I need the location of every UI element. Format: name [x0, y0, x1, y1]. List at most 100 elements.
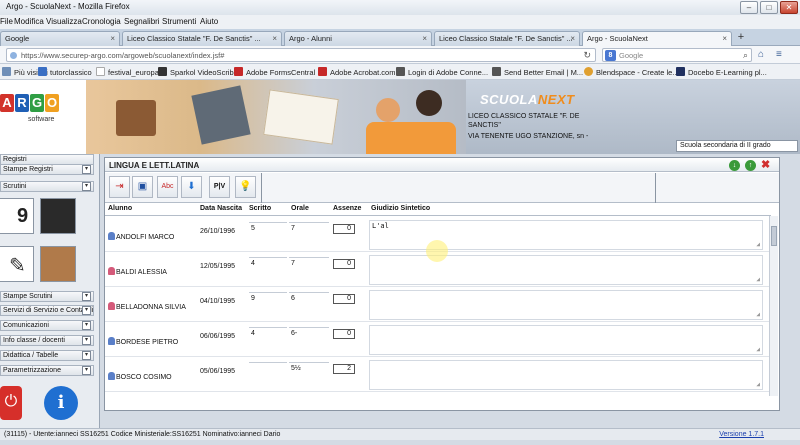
menu-icon[interactable]: ≡ [776, 49, 782, 60]
upload-icon[interactable]: ↑ [745, 160, 756, 171]
orale-field[interactable]: 7 [289, 257, 329, 270]
assenze-field[interactable]: 0 [333, 294, 355, 304]
resize-grip-icon[interactable]: ◢ [756, 241, 760, 248]
tab-close-icon[interactable]: × [272, 34, 277, 43]
scritto-field[interactable]: 5 [249, 222, 287, 235]
close-panel-icon[interactable]: ✖ [761, 158, 770, 171]
info-icon[interactable]: i [44, 386, 78, 420]
bookmark-tutorclassico[interactable]: tutorclassico [38, 67, 92, 77]
url-text[interactable]: https://www.securep-argo.com/argoweb/scu… [21, 51, 224, 60]
menu-segnalibri[interactable]: Segnalibri [124, 17, 160, 26]
power-off-icon[interactable]: ⏻ [0, 386, 22, 420]
chevron-down-icon[interactable]: ▾ [82, 165, 91, 174]
tab-argo-alunni[interactable]: Argo - Alunni × [284, 31, 432, 46]
maximize-button[interactable]: □ [760, 1, 778, 14]
scritto-field[interactable] [249, 362, 287, 375]
bookmark-sparkol[interactable]: Sparkol VideoScribe [158, 67, 238, 77]
menu-strumenti[interactable]: Strumenti [162, 17, 196, 26]
grid-scrollbar[interactable] [769, 216, 778, 396]
bookmark-label: Adobe Acrobat.com [330, 68, 396, 77]
scrollbar-thumb[interactable] [771, 226, 777, 246]
orale-field[interactable]: 7 [289, 222, 329, 235]
chevron-down-icon[interactable]: ▾ [82, 366, 91, 375]
search-engine-icon[interactable]: 8 [605, 50, 616, 61]
version-link[interactable]: Versione 1.7.1 [719, 431, 764, 438]
tab-argo-scuolanext[interactable]: Argo - ScuolaNext × [582, 31, 732, 46]
chevron-down-icon[interactable]: ▾ [82, 351, 91, 360]
orale-field[interactable]: 6 [289, 292, 329, 305]
lightbulb-icon[interactable]: 💡 [235, 176, 256, 198]
spellcheck-icon[interactable]: Abc [157, 176, 178, 198]
bookmark-festival-europa[interactable]: festival_europa [96, 67, 159, 77]
tab-close-icon[interactable]: × [422, 34, 427, 43]
orale-field[interactable]: 5½ [289, 362, 329, 375]
search-icon[interactable]: ⌕ [743, 50, 748, 61]
sidebar-item-stampe-scrutini[interactable]: Stampe Scrutini ▾ [0, 291, 94, 302]
home-icon[interactable]: ⌂ [758, 49, 764, 60]
resize-grip-icon[interactable]: ◢ [756, 311, 760, 318]
notebook-icon[interactable] [40, 246, 76, 282]
search-input[interactable]: 8 Google ⌕ [602, 48, 752, 62]
bookmark-icon [396, 67, 405, 76]
chevron-down-icon[interactable]: ▾ [82, 306, 91, 315]
chevron-down-icon[interactable]: ▾ [82, 336, 91, 345]
bookmark-send-better-email[interactable]: Send Better Email | M... [492, 67, 583, 77]
assenze-field[interactable]: 0 [333, 259, 355, 269]
tab-close-icon[interactable]: × [722, 34, 727, 43]
close-window-button[interactable]: ✕ [780, 1, 798, 14]
menu-cronologia[interactable]: Cronologia [82, 17, 121, 26]
url-bar[interactable]: https://www.securep-argo.com/argoweb/scu… [6, 48, 596, 62]
orale-field[interactable]: 6- [289, 327, 329, 340]
assenze-field[interactable]: 0 [333, 329, 355, 339]
sidebar-item-servizi[interactable]: Servizi di Servizio e Contabili ▾ [0, 305, 94, 316]
assenze-field[interactable]: 0 [333, 224, 355, 234]
sidebar-item-parametrizzazione[interactable]: Parametrizzazione ▾ [0, 365, 94, 376]
bookmark-adobe-acrobat[interactable]: Adobe Acrobat.com [318, 67, 395, 77]
tab-close-icon[interactable]: × [110, 34, 115, 43]
bookmark-adobe-connect[interactable]: Login di Adobe Conne... [396, 67, 488, 77]
sidebar-item-comunicazioni[interactable]: Comunicazioni ▾ [0, 320, 94, 331]
voti-grid-icon[interactable]: 9 [0, 198, 34, 234]
resize-grip-icon[interactable]: ◢ [756, 381, 760, 388]
chevron-down-icon[interactable]: ▾ [82, 292, 91, 301]
save-icon[interactable]: ▣ [132, 176, 153, 198]
scritto-field[interactable]: 4 [249, 327, 287, 340]
sidebar-item-info-classe[interactable]: Info classe / docenti ▾ [0, 335, 94, 346]
tab-liceo-2[interactable]: Liceo Classico Statale "F. De Sanctis" .… [434, 31, 580, 46]
bookmark-docebo[interactable]: Docebo E-Learning pl... [676, 67, 767, 77]
assenze-field[interactable]: 2 [333, 364, 355, 374]
pencil-icon[interactable]: ✎ [0, 246, 34, 282]
bookmark-blendspace[interactable]: Blendspace - Create le... [584, 67, 679, 77]
exit-icon[interactable]: ⇥ [109, 176, 130, 198]
menu-file[interactable]: File [0, 17, 13, 26]
new-tab-button[interactable]: + [734, 31, 748, 45]
clapperboard-icon[interactable] [40, 198, 76, 234]
tab-google[interactable]: Google × [0, 31, 120, 46]
menu-aiuto[interactable]: Aiuto [200, 17, 218, 26]
giudizio-textarea[interactable]: ◢ [369, 290, 763, 320]
chevron-down-icon[interactable]: ▾ [82, 182, 91, 191]
bookmark-adobe-formscentral[interactable]: Adobe FormsCentral [234, 67, 315, 77]
giudizio-textarea[interactable]: ◢ [369, 360, 763, 390]
arrow-down-icon[interactable]: ⬇ [181, 176, 202, 198]
tab-liceo-1[interactable]: Liceo Classico Statale "F. De Sanctis" .… [122, 31, 282, 46]
sidebar-item-didattica[interactable]: Didattica / Tabelle ▾ [0, 350, 94, 361]
menu-modifica[interactable]: Modifica [14, 17, 44, 26]
site-identity-icon[interactable] [10, 52, 17, 59]
scritto-field[interactable]: 9 [249, 292, 287, 305]
sidebar-item-scrutini[interactable]: Scrutini ▾ [0, 181, 94, 192]
reload-icon[interactable]: ↻ [583, 50, 591, 61]
minimize-button[interactable]: – [740, 1, 758, 14]
sidebar-item-stampe-registri[interactable]: Stampe Registri ▾ [0, 164, 94, 175]
pv-icon[interactable]: P|V [209, 176, 230, 198]
scritto-field[interactable]: 4 [249, 257, 287, 270]
giudizio-textarea[interactable]: ◢ [369, 255, 763, 285]
resize-grip-icon[interactable]: ◢ [756, 346, 760, 353]
giudizio-textarea[interactable]: ◢ [369, 325, 763, 355]
chevron-down-icon[interactable]: ▾ [82, 321, 91, 330]
download-icon[interactable]: ↓ [729, 160, 740, 171]
tab-close-icon[interactable]: × [570, 34, 575, 43]
resize-grip-icon[interactable]: ◢ [756, 276, 760, 283]
school-type-select[interactable]: Scuola secondaria di II grado [676, 140, 798, 152]
menu-visualizza[interactable]: Visualizza [46, 17, 82, 26]
